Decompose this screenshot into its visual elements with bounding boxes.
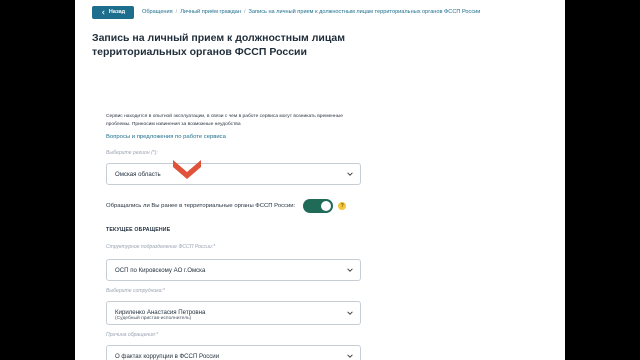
back-button-label: Назад bbox=[108, 9, 126, 15]
toggle-knob bbox=[321, 201, 332, 211]
service-notice: Сервис находится в опытной эксплуатации,… bbox=[106, 114, 343, 127]
reason-label: Причина обращения:* bbox=[106, 332, 159, 338]
section-current-appeal: ТЕКУЩЕЕ ОБРАЩЕНИЕ bbox=[106, 227, 171, 233]
employee-position: (Судебный пристав-исполнитель) bbox=[115, 316, 192, 321]
reason-value: О фактах коррупции в ФССП России bbox=[115, 352, 220, 360]
breadcrumb-item-current: Запись на личный прием к должностным лиц… bbox=[248, 9, 481, 15]
breadcrumb-item-reception[interactable]: Личный приём граждан bbox=[180, 9, 241, 15]
reason-select[interactable]: О фактах коррупции в ФССП России bbox=[106, 345, 361, 360]
prior-contact-label: Обращались ли Вы ранее в территориальные… bbox=[106, 203, 296, 209]
page-title: Запись на личный прием к должностным лиц… bbox=[92, 32, 346, 58]
breadcrumb: Обращения / Личный приём граждан / Запис… bbox=[142, 9, 480, 15]
division-value: ОСП по Кировскому АО г.Омска bbox=[115, 266, 206, 274]
breadcrumb-separator: / bbox=[243, 9, 246, 15]
region-value: Омская область bbox=[115, 170, 161, 178]
feedback-link[interactable]: Вопросы и предложения по работе сервиса bbox=[106, 134, 226, 140]
region-select[interactable]: Омская область bbox=[106, 163, 361, 185]
region-label: Выберите регион (*): bbox=[106, 150, 158, 156]
prior-contact-toggle[interactable] bbox=[303, 199, 334, 213]
breadcrumb-item-appeals[interactable]: Обращения bbox=[142, 9, 173, 15]
chevron-down-icon bbox=[347, 268, 353, 272]
pointer-marker-icon bbox=[173, 160, 201, 179]
page-frame: Назад Обращения / Личный приём граждан /… bbox=[75, 0, 565, 360]
employee-value: Кириленко Анастасия Петровна bbox=[115, 309, 206, 316]
breadcrumb-separator: / bbox=[175, 9, 178, 15]
chevron-down-icon bbox=[347, 172, 353, 176]
prior-contact-row: Обращались ли Вы ранее в территориальные… bbox=[106, 199, 347, 213]
division-select[interactable]: ОСП по Кировскому АО г.Омска bbox=[106, 259, 361, 281]
employee-select[interactable]: Кириленко Анастасия Петровна (Судебный п… bbox=[106, 301, 361, 325]
back-button[interactable]: Назад bbox=[92, 5, 134, 19]
help-icon[interactable]: ? bbox=[338, 202, 347, 210]
arrow-left-icon bbox=[101, 9, 105, 15]
chevron-down-icon bbox=[347, 354, 353, 358]
top-bar: Назад Обращения / Личный приём граждан /… bbox=[92, 5, 557, 19]
employee-label: Выберите сотрудника:* bbox=[106, 288, 165, 294]
chevron-down-icon bbox=[347, 311, 353, 315]
division-label: Структурное подразделение ФССП России:* bbox=[106, 244, 216, 250]
